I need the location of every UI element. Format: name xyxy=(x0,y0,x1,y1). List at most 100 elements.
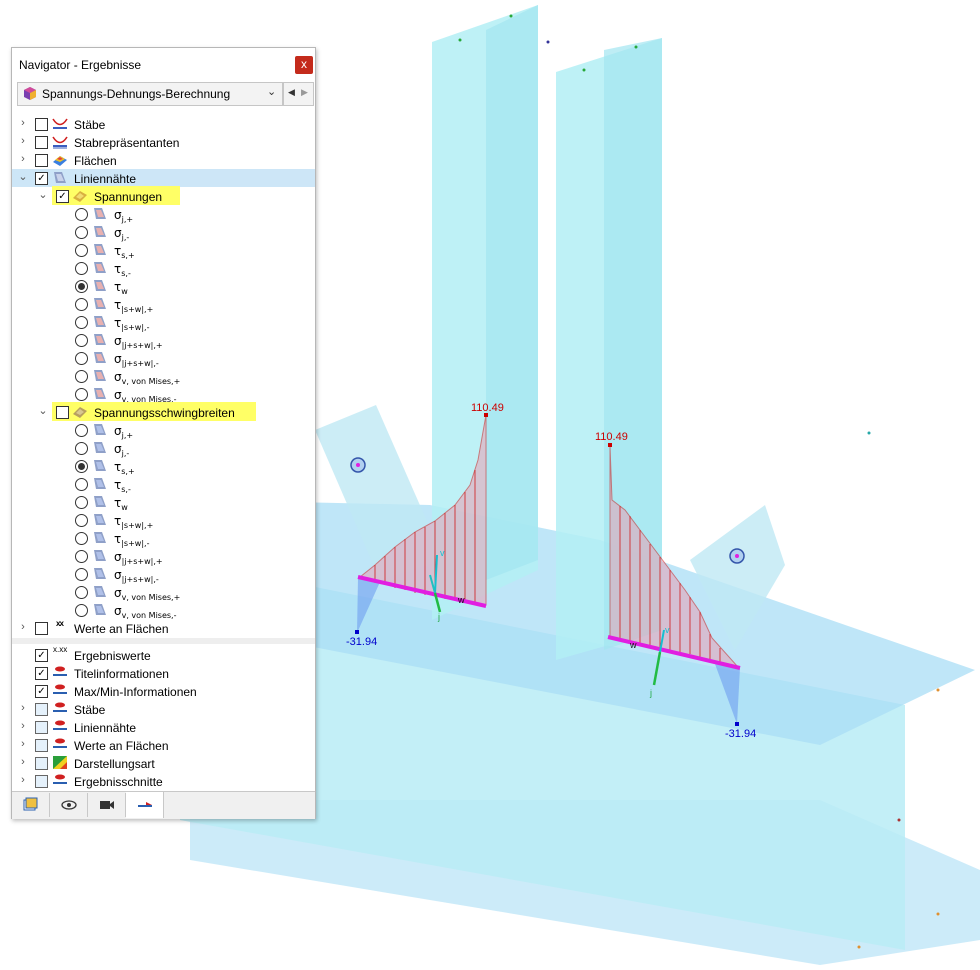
radio-button[interactable] xyxy=(75,442,88,455)
radio-button[interactable] xyxy=(75,352,88,365)
tree-radio-item[interactable]: σj,+ xyxy=(12,205,315,224)
checkbox-checked[interactable]: ✓ xyxy=(35,172,48,185)
checkbox[interactable] xyxy=(35,622,48,635)
expand-chevron-icon[interactable]: › xyxy=(18,774,28,786)
tree-radio-item[interactable]: σ|j+s+w|,- xyxy=(12,349,315,368)
tree-radio-item[interactable]: τw xyxy=(12,493,315,512)
radio-button[interactable] xyxy=(75,226,88,239)
radio-button[interactable] xyxy=(75,568,88,581)
result-pager[interactable]: ◀ ▶ xyxy=(283,82,314,106)
radio-button[interactable] xyxy=(75,388,88,401)
display-line-welds[interactable]: › Liniennähte xyxy=(12,718,315,736)
navigator-tabbar xyxy=(12,791,315,819)
tree-radio-item[interactable]: σ|j+s+w|,+ xyxy=(12,547,315,566)
checkbox-checked[interactable]: ✓ xyxy=(35,667,48,680)
expand-chevron-icon[interactable]: › xyxy=(18,756,28,768)
tree-radio-item[interactable]: τ|s+w|,- xyxy=(12,313,315,332)
display-result-sections[interactable]: › Ergebnisschnitte xyxy=(12,772,315,790)
tree-radio-item[interactable]: τ|s+w|,- xyxy=(12,529,315,548)
tab-results[interactable] xyxy=(126,792,164,818)
tree-radio-item[interactable]: τs,- xyxy=(12,259,315,278)
tree-radio-item[interactable]: σ|j+s+w|,- xyxy=(12,565,315,584)
tree-item-members[interactable]: › Stäbe xyxy=(12,115,315,133)
previous-arrow-icon[interactable]: ◀ xyxy=(288,87,295,98)
tree-radio-item[interactable]: τs,+ xyxy=(12,457,315,476)
radio-button[interactable] xyxy=(75,262,88,275)
node-marker-center xyxy=(735,554,739,558)
radio-button[interactable] xyxy=(75,604,88,617)
tree-radio-item[interactable]: σj,+ xyxy=(12,421,315,440)
expand-chevron-icon[interactable]: › xyxy=(18,702,28,714)
tree-item-line-welds[interactable]: ⌄ ✓ Liniennähte xyxy=(12,169,315,187)
tree-radio-item[interactable]: σj,- xyxy=(12,223,315,242)
display-maxmin-info[interactable]: ✓ Max/Min-Informationen xyxy=(12,682,315,700)
next-arrow-icon[interactable]: ▶ xyxy=(301,87,308,98)
display-result-values[interactable]: ✓ x.xx Ergebniswerte xyxy=(12,645,315,664)
checkbox-checked[interactable]: ✓ xyxy=(35,649,48,662)
weld-stress-icon xyxy=(94,514,106,525)
expand-chevron-icon[interactable]: › xyxy=(18,621,28,633)
checkbox[interactable] xyxy=(35,721,48,734)
display-display-type[interactable]: › Darstellungsart xyxy=(12,754,315,772)
tree-radio-item[interactable]: σv, von Mises,+ xyxy=(12,367,315,386)
tree-radio-item[interactable]: σv, von Mises,+ xyxy=(12,583,315,602)
result-type-combobox[interactable]: Spannungs-Dehnungs-Berechnung ⌄ xyxy=(17,82,283,106)
checkbox[interactable] xyxy=(35,136,48,149)
tree-item-member-representatives[interactable]: › Stabrepräsentanten xyxy=(12,133,315,151)
radio-button[interactable] xyxy=(75,316,88,329)
collapse-chevron-icon[interactable]: ⌄ xyxy=(38,405,48,417)
radio-button[interactable] xyxy=(75,244,88,257)
radio-button[interactable] xyxy=(75,424,88,437)
tree-item-surface-values[interactable]: › xx Werte an Flächen xyxy=(12,619,315,637)
display-surface-values[interactable]: › Werte an Flächen xyxy=(12,736,315,754)
checkbox-checked[interactable]: ✓ xyxy=(56,190,69,203)
collapse-chevron-icon[interactable]: ⌄ xyxy=(38,189,48,201)
tree-group-stress-ranges[interactable]: ⌄ Spannungsschwingbreiten xyxy=(12,402,315,421)
display-members[interactable]: › Stäbe xyxy=(12,700,315,718)
checkbox[interactable] xyxy=(35,154,48,167)
radio-button[interactable] xyxy=(75,208,88,221)
expand-chevron-icon[interactable]: › xyxy=(18,738,28,750)
expand-chevron-icon[interactable]: › xyxy=(18,135,28,147)
radio-button[interactable] xyxy=(75,334,88,347)
radio-button[interactable] xyxy=(75,514,88,527)
tree-radio-item[interactable]: τs,- xyxy=(12,475,315,494)
collapse-chevron-icon[interactable]: ⌄ xyxy=(18,171,28,183)
radio-button[interactable] xyxy=(75,496,88,509)
checkbox[interactable] xyxy=(35,703,48,716)
display-title-info[interactable]: ✓ Titelinformationen xyxy=(12,664,315,682)
tree-radio-item[interactable]: τ|s+w|,+ xyxy=(12,511,315,530)
checkbox[interactable] xyxy=(35,118,48,131)
tree-item-surfaces[interactable]: › Flächen xyxy=(12,151,315,169)
checkbox[interactable] xyxy=(35,739,48,752)
checkbox[interactable] xyxy=(35,775,48,788)
expand-chevron-icon[interactable]: › xyxy=(18,720,28,732)
tab-data[interactable] xyxy=(12,793,50,817)
tree-radio-item[interactable]: τw xyxy=(12,277,315,296)
radio-button[interactable] xyxy=(75,280,88,293)
tab-view[interactable] xyxy=(50,793,88,817)
radio-button[interactable] xyxy=(75,586,88,599)
tree-radio-item[interactable]: τ|s+w|,+ xyxy=(12,295,315,314)
point-marker xyxy=(546,40,550,44)
expand-chevron-icon[interactable]: › xyxy=(18,117,28,129)
tree-radio-item[interactable]: σv, von Mises,- xyxy=(12,601,315,620)
close-button[interactable]: x xyxy=(295,56,313,74)
radio-button[interactable] xyxy=(75,298,88,311)
expand-chevron-icon[interactable]: › xyxy=(18,153,28,165)
tree-radio-item[interactable]: σv, von Mises,- xyxy=(12,385,315,404)
tab-camera[interactable] xyxy=(88,793,126,817)
radio-button[interactable] xyxy=(75,550,88,563)
radio-button[interactable] xyxy=(75,532,88,545)
checkbox[interactable] xyxy=(35,757,48,770)
tree-radio-item[interactable]: τs,+ xyxy=(12,241,315,260)
tree-group-stresses[interactable]: ⌄ ✓ Spannungen xyxy=(12,186,315,205)
radio-button[interactable] xyxy=(75,370,88,383)
checkbox-checked[interactable]: ✓ xyxy=(35,685,48,698)
radio-button[interactable] xyxy=(75,478,88,491)
checkbox[interactable] xyxy=(56,406,69,419)
axis-label-w: w xyxy=(630,640,637,650)
tree-radio-item[interactable]: σj,- xyxy=(12,439,315,458)
radio-button[interactable] xyxy=(75,460,88,473)
tree-radio-item[interactable]: σ|j+s+w|,+ xyxy=(12,331,315,350)
